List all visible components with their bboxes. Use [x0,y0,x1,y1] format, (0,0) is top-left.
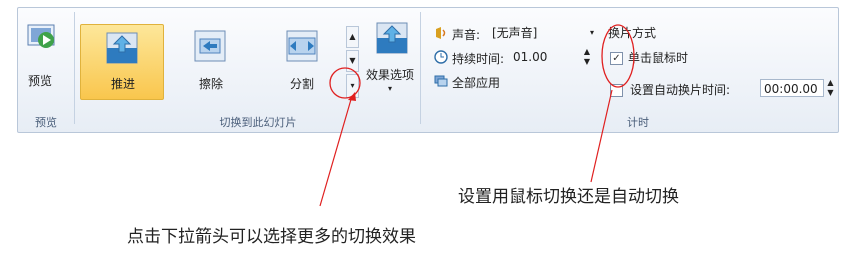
advance-slide-highlight [601,24,635,88]
gallery-more-highlight [329,67,361,99]
callout-overlay [319,24,635,207]
callout-left-text: 点击下拉箭头可以选择更多的切换效果 [127,227,416,247]
callout-right-text: 设置用鼠标切换还是自动切换 [458,187,679,207]
callout-arrow-left [319,95,353,207]
callout-arrow-right [590,89,613,183]
arrowhead-left [348,92,356,101]
